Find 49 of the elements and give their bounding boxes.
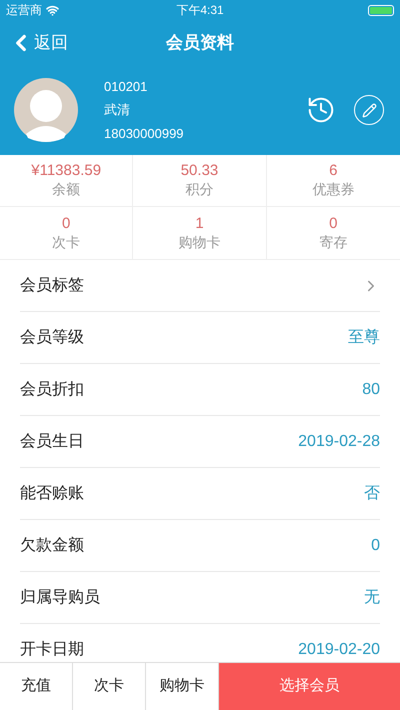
battery-icon xyxy=(368,4,394,16)
stat-label: 优惠券 xyxy=(312,181,354,199)
member-name: 武清 xyxy=(104,101,131,120)
field-row[interactable]: 会员标签 xyxy=(20,260,380,312)
stat-tile[interactable]: 1 购物卡 xyxy=(133,207,267,259)
field-value: 至尊 xyxy=(348,328,380,348)
carrier-label: 运营商 xyxy=(6,2,42,19)
stat-label: 次卡 xyxy=(52,234,80,252)
history-button[interactable] xyxy=(306,95,336,125)
field-label: 能否赊账 xyxy=(20,484,84,504)
page-title: 会员资料 xyxy=(166,32,234,54)
stat-value: 1 xyxy=(195,214,204,234)
field-label: 会员等级 xyxy=(20,328,84,348)
stat-label: 寄存 xyxy=(319,234,348,252)
field-label: 欠款金额 xyxy=(20,536,84,556)
field-value: 80 xyxy=(362,380,380,400)
stat-label: 积分 xyxy=(185,181,214,199)
stat-tile[interactable]: 0 次卡 xyxy=(0,207,134,259)
member-code: 010201 xyxy=(104,78,148,96)
wifi-icon xyxy=(46,4,59,16)
stat-tile[interactable]: ¥11383.59 余额 xyxy=(0,155,134,207)
field-label: 开卡日期 xyxy=(20,640,84,660)
history-icon xyxy=(306,95,336,125)
stat-value: 6 xyxy=(329,162,338,182)
field-value: 2019-02-20 xyxy=(298,640,380,660)
stat-tile[interactable]: 0 寄存 xyxy=(266,207,400,259)
field-value: 无 xyxy=(364,588,380,608)
avatar xyxy=(14,78,78,142)
back-button[interactable]: 返回 xyxy=(0,30,68,56)
field-label: 会员折扣 xyxy=(20,380,84,400)
pencil-icon xyxy=(362,102,376,118)
stat-value: 0 xyxy=(62,214,70,234)
stat-label: 余额 xyxy=(52,181,80,199)
stat-label: 购物卡 xyxy=(178,234,220,252)
edit-button[interactable] xyxy=(354,95,384,125)
stat-value: 50.33 xyxy=(180,162,218,182)
status-time: 下午4:31 xyxy=(176,2,224,19)
stat-value: ¥11383.59 xyxy=(31,162,102,182)
member-phone: 18030000999 xyxy=(104,124,184,143)
stat-tile[interactable]: 50.33 积分 xyxy=(133,155,267,207)
stat-tile[interactable]: 6 优惠券 xyxy=(266,155,400,207)
field-label: 会员标签 xyxy=(20,276,84,296)
field-value: 否 xyxy=(364,484,380,504)
field-value: 0 xyxy=(371,536,380,556)
field-label: 会员生日 xyxy=(20,432,84,452)
stat-value: 0 xyxy=(329,214,338,234)
action-button[interactable]: 选择会员 xyxy=(219,663,400,710)
field-value: 2019-02-28 xyxy=(298,432,380,452)
field-label: 归属导购员 xyxy=(20,588,100,608)
